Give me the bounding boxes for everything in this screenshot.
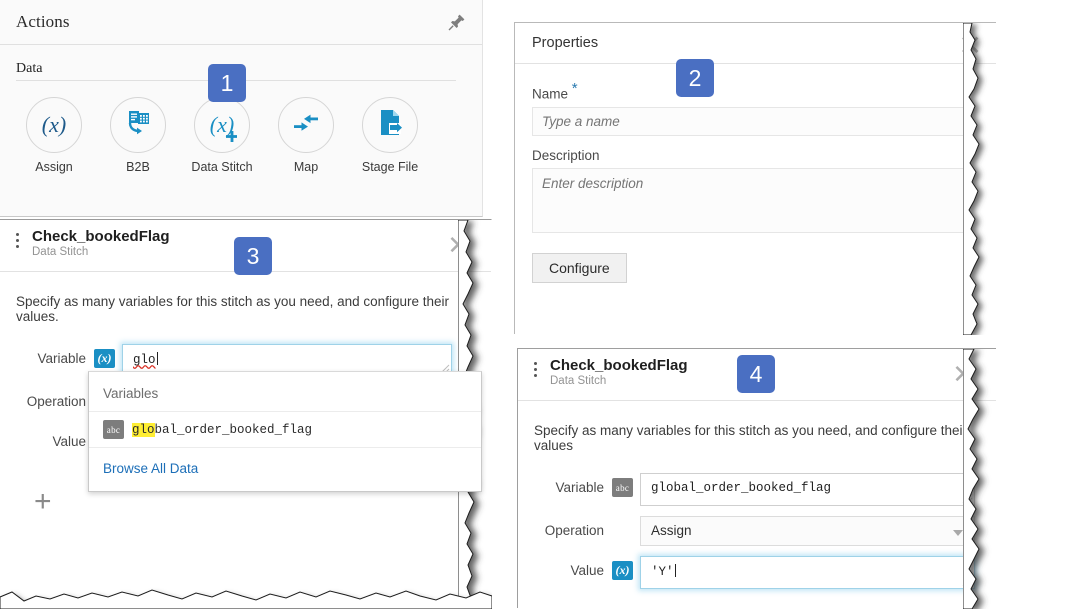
action-label: Assign xyxy=(35,160,73,174)
properties-panel: Properties ✕ Name * Description Configur… xyxy=(514,22,996,336)
description-field-group: Description xyxy=(532,148,968,238)
pin-icon[interactable] xyxy=(448,13,466,31)
operation-label: Operation xyxy=(544,523,604,538)
b2b-document-icon xyxy=(124,110,152,141)
properties-panel-body: Name * Description Configure xyxy=(515,64,996,283)
action-label: Data Stitch xyxy=(191,160,253,174)
name-input[interactable] xyxy=(532,106,968,136)
name-label: Name * xyxy=(532,80,968,102)
action-list: (x) Assign B2B (x) Data Stitch Map Stage… xyxy=(16,97,466,174)
variable-input[interactable]: global_order_booked_flag xyxy=(640,473,975,506)
action-item-data-stitch[interactable]: (x) Data Stitch xyxy=(188,97,256,174)
action-icon-circle xyxy=(110,97,166,153)
properties-panel-header: Properties ✕ xyxy=(515,23,996,64)
abc-string-icon: abc xyxy=(103,420,124,439)
add-variable-button[interactable]: + xyxy=(34,487,52,517)
name-label-text: Name xyxy=(532,86,569,102)
paren-x-plus-icon: (x) xyxy=(210,113,238,142)
kebab-menu-icon[interactable] xyxy=(534,362,537,380)
required-marker: * xyxy=(571,80,578,97)
autocomplete-item-label: global_order_booked_flag xyxy=(132,422,313,437)
operation-label: Operation xyxy=(26,394,86,409)
stage-file-icon xyxy=(377,109,403,142)
operation-row: Operation Assign xyxy=(518,516,996,546)
stitch-description: Specify as many variables for this stitc… xyxy=(16,294,449,324)
action-label: Map xyxy=(293,160,319,174)
close-icon[interactable]: ✕ xyxy=(952,361,974,387)
autocomplete-match-highlight: glo xyxy=(132,422,155,437)
abc-string-icon[interactable]: abc xyxy=(612,478,633,497)
text-cursor xyxy=(674,564,676,577)
action-icon-circle: (x) xyxy=(194,97,250,153)
variable-label: Variable xyxy=(555,480,604,495)
chevron-down-icon xyxy=(953,530,963,536)
action-label: Stage File xyxy=(361,160,419,174)
action-icon-circle xyxy=(362,97,418,153)
configure-button[interactable]: Configure xyxy=(532,252,627,283)
variable-input-value: global_order_booked_flag xyxy=(651,481,832,495)
variable-input-value: glo xyxy=(133,353,156,367)
close-icon[interactable]: ✕ xyxy=(959,32,982,60)
browse-all-data-link[interactable]: Browse All Data xyxy=(103,461,198,476)
description-textarea[interactable] xyxy=(532,167,968,233)
variable-row: Variable abc global_order_booked_flag xyxy=(518,473,996,506)
action-item-map[interactable]: Map xyxy=(272,97,340,174)
autocomplete-heading: Variables xyxy=(89,372,481,412)
map-arrows-icon xyxy=(293,111,319,140)
value-input[interactable]: 'Y' xyxy=(640,556,975,589)
action-icon-circle: (x) xyxy=(26,97,82,153)
properties-title: Properties xyxy=(532,35,599,51)
operation-selected-value: Assign xyxy=(651,523,692,538)
resize-grip-icon[interactable] xyxy=(962,493,973,504)
action-label: B2B xyxy=(126,160,150,174)
expression-x-icon[interactable]: (x) xyxy=(94,349,115,368)
value-row: Value (x) 'Y' xyxy=(518,556,996,589)
variable-autocomplete-dropdown: Variables abc global_order_booked_flag B… xyxy=(88,371,482,492)
stitch-description: Specify as many variables for this stitc… xyxy=(534,423,967,453)
paren-x-icon: (x) xyxy=(41,112,67,137)
actions-panel-header: Actions xyxy=(0,0,482,45)
variable-label: Variable xyxy=(37,351,86,366)
value-label: Value xyxy=(570,563,604,578)
description-label: Description xyxy=(532,147,600,163)
text-cursor xyxy=(156,352,158,365)
kebab-menu-icon[interactable] xyxy=(16,233,19,251)
action-group-label: Data xyxy=(16,61,43,76)
resize-grip-icon[interactable] xyxy=(962,576,973,587)
callout-badge-4: 4 xyxy=(737,355,775,393)
autocomplete-match-rest: bal_order_booked_flag xyxy=(154,422,313,437)
autocomplete-item[interactable]: abc global_order_booked_flag xyxy=(89,412,481,448)
action-item-stage-file[interactable]: Stage File xyxy=(356,97,424,174)
value-label: Value xyxy=(52,434,86,449)
expression-x-icon[interactable]: (x) xyxy=(612,561,633,580)
operation-select[interactable]: Assign xyxy=(640,516,975,546)
page-title: Actions xyxy=(16,12,70,31)
name-field-group: Name * xyxy=(532,80,968,136)
callout-badge-2: 2 xyxy=(676,59,714,97)
callout-badge-3: 3 xyxy=(234,237,272,275)
action-item-b2b[interactable]: B2B xyxy=(104,97,172,174)
action-item-assign[interactable]: (x) Assign xyxy=(20,97,88,174)
action-icon-circle xyxy=(278,97,334,153)
actions-panel: Actions Data (x) Assign B2B (x) Data Sti… xyxy=(0,0,483,217)
stitch-form: Variable abc global_order_booked_flag Op… xyxy=(518,453,996,589)
value-input-value: 'Y' xyxy=(651,565,674,579)
torn-edge-bottom xyxy=(0,579,493,610)
autocomplete-footer: Browse All Data xyxy=(89,448,481,491)
close-icon[interactable]: ✕ xyxy=(447,232,469,258)
callout-badge-1: 1 xyxy=(208,64,246,102)
